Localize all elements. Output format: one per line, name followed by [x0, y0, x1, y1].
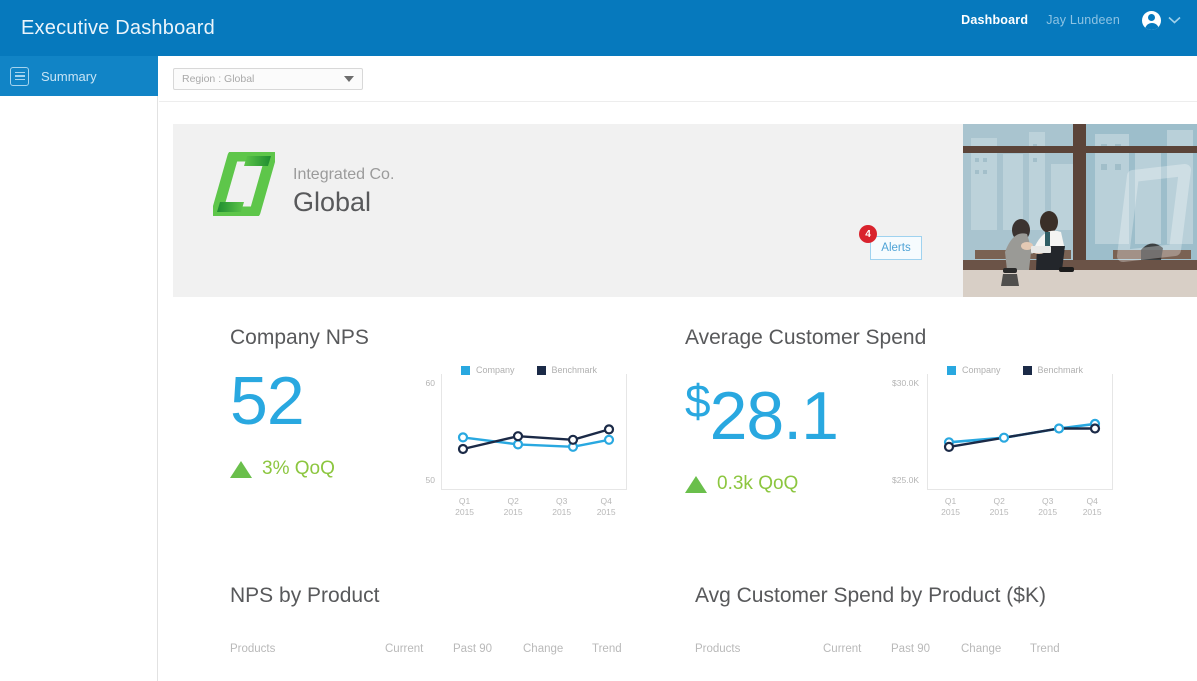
x-axis-tick: Q1 2015: [941, 496, 961, 517]
table-nps-by-product: NPS by Product Products Current Past 90 …: [230, 584, 652, 655]
caret-down-icon: [344, 75, 354, 82]
kpi-title: Average Customer Spend: [685, 326, 927, 349]
nav-link-dashboard[interactable]: Dashboard: [961, 13, 1028, 27]
integrated-co-logo: [211, 150, 277, 221]
page-title: Executive Dashboard: [21, 16, 215, 39]
y-axis-tick-bottom: $25.0K: [892, 475, 919, 485]
x-axis-tick: Q3 2015: [1038, 496, 1058, 517]
column-header-past-90[interactable]: Past 90: [453, 643, 523, 655]
sidebar-item-label: Summary: [41, 68, 97, 84]
column-header-current[interactable]: Current: [385, 643, 453, 655]
table-header-row: Products Current Past 90 Change Trend: [230, 643, 652, 655]
user-name-label[interactable]: Jay Lundeen: [1046, 13, 1120, 27]
sparkline-chart-spend: $30.0K $25.0K Company Benchmark Q1 2015 …: [885, 365, 1130, 528]
alerts-button[interactable]: Alerts: [870, 236, 922, 260]
sparkline-chart-nps: 60 50 Company Benchmark Q1 2015 Q2 2015 …: [405, 365, 640, 528]
sidebar: Summary: [0, 56, 158, 681]
kpi-value: 52: [230, 363, 305, 439]
y-axis-tick-bottom: 50: [425, 475, 435, 485]
column-header-trend[interactable]: Trend: [592, 643, 652, 655]
document-list-icon: [10, 66, 29, 86]
header-nav: Dashboard Jay Lundeen: [961, 10, 1181, 30]
hero-text-block: Integrated Co. Global: [293, 166, 394, 218]
table-title: NPS by Product: [230, 584, 380, 607]
alerts-count-badge: 4: [859, 225, 877, 243]
kpi-delta: 3% QoQ: [230, 458, 405, 480]
alerts-control[interactable]: Alerts 4: [859, 225, 922, 260]
region-select-value: Region : Global: [182, 72, 255, 85]
y-axis-tick-top: $30.0K: [892, 378, 919, 388]
kpi-delta: 0.3k QoQ: [685, 473, 885, 495]
table-header-row: Products Current Past 90 Change Trend: [695, 643, 1090, 655]
alerts-button-label: Alerts: [881, 242, 911, 254]
main-content: Region : Global Integrated Co. Global Al…: [159, 56, 1197, 681]
column-header-past-90[interactable]: Past 90: [891, 643, 961, 655]
top-header-bar: Executive Dashboard Dashboard Jay Lundee…: [0, 0, 1197, 56]
hero-banner: Integrated Co. Global Alerts 4: [173, 124, 1197, 297]
x-axis-tick: Q4 2015: [596, 496, 616, 517]
column-header-products[interactable]: Products: [695, 643, 823, 655]
x-axis-tick: Q2 2015: [989, 496, 1009, 517]
x-axis-tick: Q2 2015: [503, 496, 523, 517]
sidebar-item-summary[interactable]: Summary: [0, 56, 158, 96]
kpi-card-company-nps: Company NPS 52 3% QoQ 60 50 Company Benc…: [230, 326, 640, 528]
column-header-change[interactable]: Change: [523, 643, 592, 655]
kpi-delta-label: 0.3k QoQ: [717, 473, 799, 494]
column-header-trend[interactable]: Trend: [1030, 643, 1090, 655]
column-header-products[interactable]: Products: [230, 643, 385, 655]
filter-bar: Region : Global: [159, 56, 1197, 102]
column-header-change[interactable]: Change: [961, 643, 1030, 655]
table-title: Avg Customer Spend by Product ($K): [695, 584, 1046, 607]
kpi-delta-label: 3% QoQ: [262, 458, 335, 479]
x-axis-tick: Q4 2015: [1082, 496, 1102, 517]
kpi-title: Company NPS: [230, 326, 369, 349]
table-avg-spend-by-product: Avg Customer Spend by Product ($K) Produ…: [695, 584, 1090, 655]
hero-company-name: Integrated Co.: [293, 166, 395, 183]
currency-symbol: $: [685, 375, 711, 427]
column-header-current[interactable]: Current: [823, 643, 891, 655]
triangle-up-icon: [230, 460, 252, 478]
y-axis-tick-top: 60: [425, 378, 435, 388]
x-axis-tick: Q3 2015: [552, 496, 572, 517]
kpi-value: $28.1: [685, 375, 839, 454]
user-avatar-icon: [1142, 10, 1161, 30]
hero-photo: [963, 124, 1197, 297]
sparkline-svg-spend: [943, 418, 1101, 453]
sparkline-svg-nps: [457, 424, 615, 455]
triangle-up-icon: [685, 475, 707, 493]
chevron-down-icon: [1168, 11, 1181, 29]
kpi-card-avg-customer-spend: Average Customer Spend $28.1 0.3k QoQ $3…: [685, 326, 1130, 528]
user-menu[interactable]: [1142, 10, 1181, 30]
hero-region-name: Global: [293, 187, 372, 217]
region-select[interactable]: Region : Global: [173, 67, 363, 90]
x-axis-tick: Q1 2015: [455, 496, 475, 517]
